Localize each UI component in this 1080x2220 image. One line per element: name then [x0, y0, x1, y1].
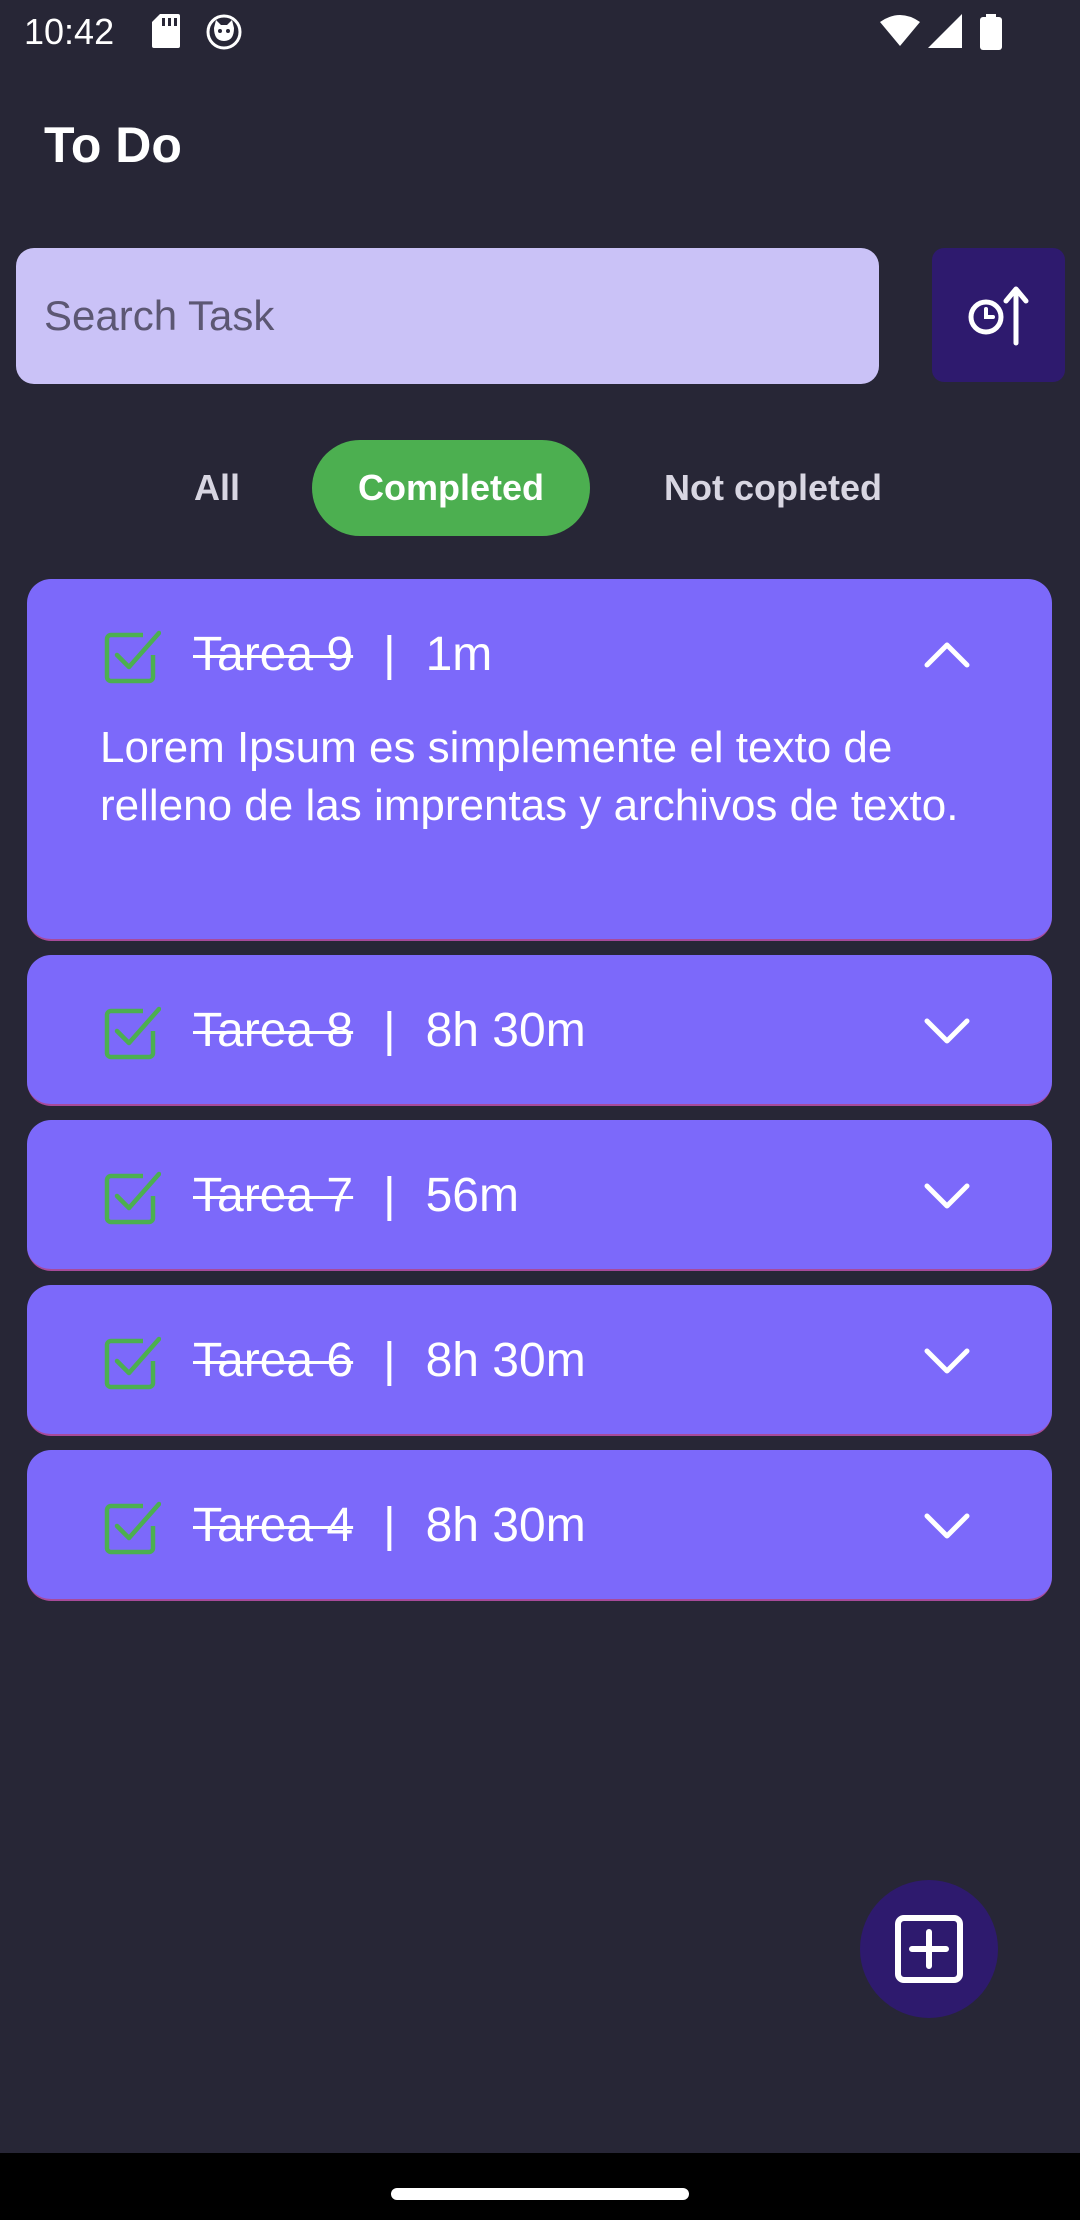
- navigation-bar: [0, 2153, 1080, 2220]
- chevron-down-icon[interactable]: [919, 1498, 975, 1554]
- task-card[interactable]: Tarea 6 | 8h 30m: [27, 1285, 1052, 1436]
- checkbox-checked-icon[interactable]: [103, 1168, 161, 1226]
- checkbox-checked-icon[interactable]: [103, 1498, 161, 1556]
- task-name: Tarea 4: [193, 1499, 354, 1552]
- task-separator: |: [383, 1334, 396, 1387]
- task-name: Tarea 9: [193, 628, 354, 681]
- tab-all[interactable]: All: [158, 440, 276, 536]
- task-duration: 1m: [425, 628, 493, 681]
- chevron-up-icon[interactable]: [919, 627, 975, 683]
- task-card[interactable]: Tarea 4 | 8h 30m: [27, 1450, 1052, 1601]
- task-title: Tarea 6 | 8h 30m: [193, 1333, 586, 1389]
- chevron-down-icon[interactable]: [919, 1168, 975, 1224]
- search-input[interactable]: [16, 248, 879, 384]
- chevron-down-icon[interactable]: [919, 1333, 975, 1389]
- task-description: Lorem Ipsum es simplemente el texto de r…: [100, 723, 959, 830]
- cat-icon: [206, 14, 242, 50]
- signal-icon: [928, 14, 962, 48]
- chevron-down-icon[interactable]: [919, 1003, 975, 1059]
- battery-icon: [980, 14, 1002, 50]
- task-separator: |: [383, 1169, 396, 1222]
- task-card[interactable]: Tarea 8 | 8h 30m: [27, 955, 1052, 1106]
- wifi-icon: [880, 15, 920, 46]
- status-bar: 10:42: [0, 0, 1080, 66]
- add-task-button[interactable]: [860, 1880, 998, 2018]
- task-separator: |: [383, 1004, 396, 1057]
- checkbox-checked-icon[interactable]: [103, 1333, 161, 1391]
- task-duration: 8h 30m: [425, 1499, 586, 1552]
- task-duration: 8h 30m: [425, 1334, 586, 1387]
- sd-card-icon: [152, 14, 180, 48]
- page-title: To Do: [44, 117, 182, 173]
- task-card[interactable]: Tarea 9 | 1m Lorem Ipsum es simplemente el…: [27, 579, 1052, 941]
- checkbox-checked-icon[interactable]: [103, 627, 161, 685]
- task-name: Tarea 8: [193, 1004, 354, 1057]
- clock-sort-icon: [968, 286, 1029, 346]
- task-title: Tarea 9 | 1m: [193, 627, 492, 683]
- task-title: Tarea 8 | 8h 30m: [193, 1003, 586, 1059]
- screen: 10:42 To Do Search Task All Completed No…: [0, 0, 1080, 2220]
- task-separator: |: [383, 1499, 396, 1552]
- task-name: Tarea 7: [193, 1169, 354, 1222]
- task-duration: 56m: [425, 1169, 519, 1222]
- task-duration: 8h 30m: [425, 1004, 586, 1057]
- task-name: Tarea 6: [193, 1334, 354, 1387]
- checkbox-checked-icon[interactable]: [103, 1003, 161, 1061]
- task-title: Tarea 7 | 56m: [193, 1168, 519, 1224]
- add-box-icon: [895, 1915, 963, 1983]
- status-time: 10:42: [24, 11, 115, 52]
- task-separator: |: [383, 628, 396, 681]
- tab-completed[interactable]: Completed: [312, 440, 590, 536]
- task-title: Tarea 4 | 8h 30m: [193, 1498, 586, 1554]
- home-gesture-handle[interactable]: [391, 2188, 689, 2200]
- tab-not-completed[interactable]: Not copleted: [628, 440, 918, 536]
- search-box[interactable]: [16, 248, 879, 384]
- task-card[interactable]: Tarea 7 | 56m: [27, 1120, 1052, 1271]
- sort-button[interactable]: [932, 248, 1065, 382]
